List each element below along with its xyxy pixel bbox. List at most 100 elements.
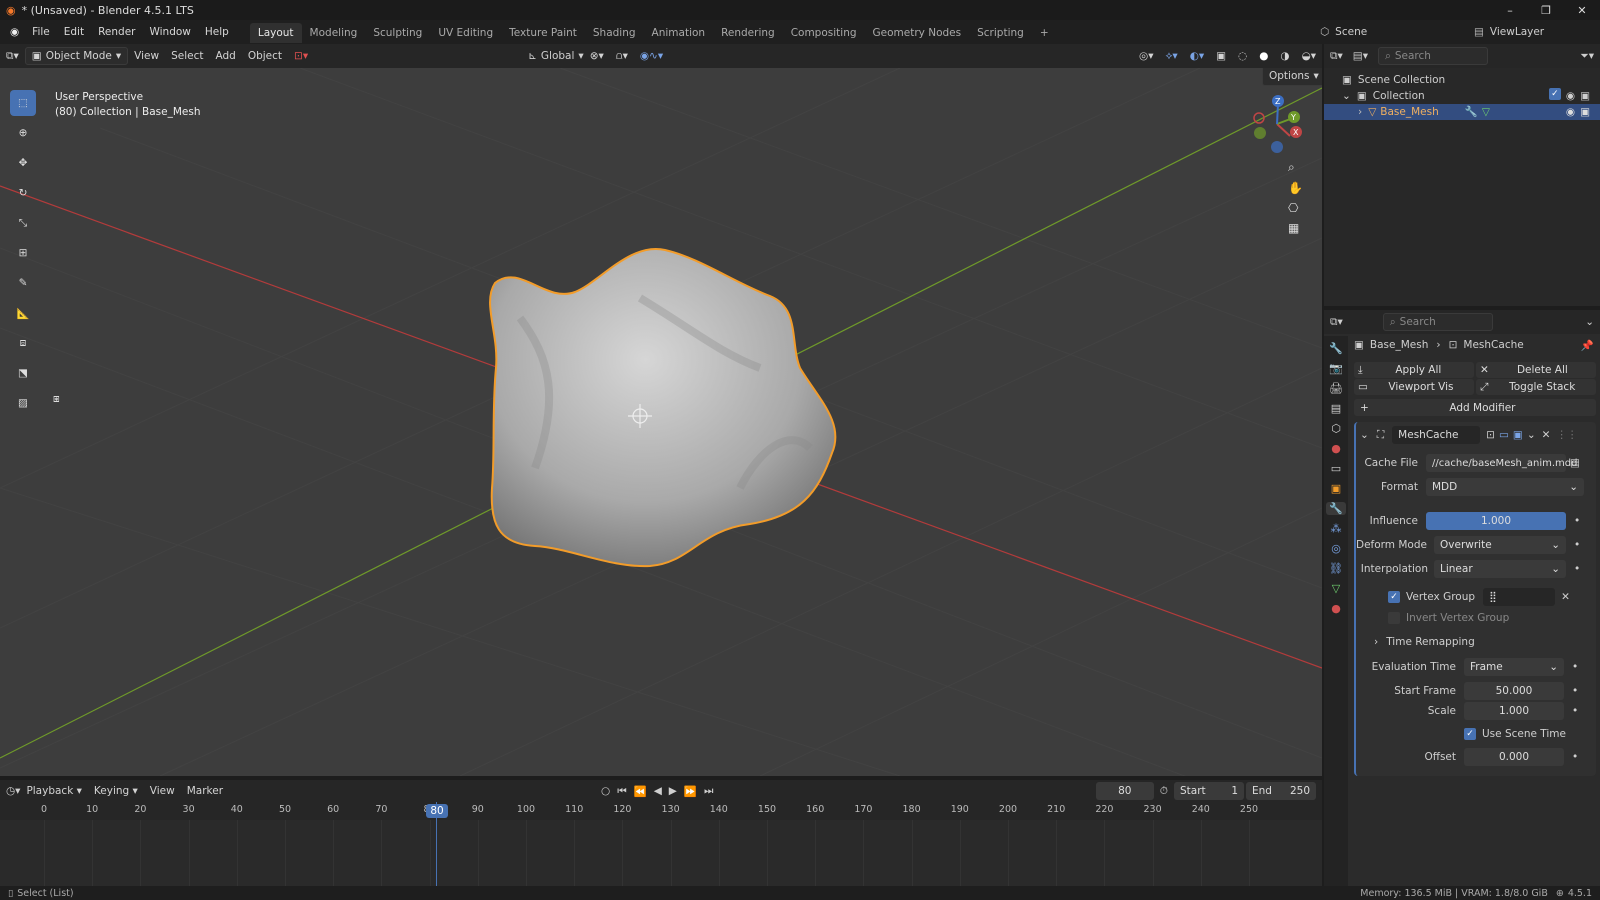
eye-icon[interactable]: ◉ xyxy=(1566,104,1575,120)
physics-tab-icon[interactable]: ◎ xyxy=(1331,542,1341,555)
timeline-view-menu[interactable]: View xyxy=(144,779,181,803)
tab-geometry-nodes[interactable]: Geometry Nodes xyxy=(865,23,970,43)
measure-tool-icon[interactable]: 📐 xyxy=(10,300,36,326)
jump-start-icon[interactable]: ⏮ xyxy=(617,785,626,798)
visibility-icon[interactable]: ◎▾ xyxy=(1133,44,1159,68)
tab-layout[interactable]: Layout xyxy=(249,23,302,43)
keyframe-dot-icon[interactable]: • xyxy=(1572,751,1578,763)
tab-uv-editing[interactable]: UV Editing xyxy=(430,23,501,43)
timeline-editor-icon[interactable]: ◷▾ xyxy=(6,785,20,797)
folder-icon[interactable]: ▤ xyxy=(1570,457,1580,469)
next-keyframe-icon[interactable]: ⏩ xyxy=(684,785,697,798)
editmode-icon[interactable]: ⊡ xyxy=(1486,429,1495,441)
menu-view[interactable]: View xyxy=(128,44,165,68)
display-mode-icon[interactable]: ▤▾ xyxy=(1353,50,1368,62)
move-tool-icon[interactable]: ✥ xyxy=(10,150,36,176)
tool-tab-icon[interactable]: 🔧 xyxy=(1329,342,1343,355)
stopwatch-icon[interactable]: ⏱ xyxy=(1160,785,1168,798)
options-dropdown[interactable]: Options ▾ xyxy=(1262,68,1322,86)
timeline-track[interactable]: 0 10 20 30 40 50 60 70 80 90 100 110 120 130 140 150 160… xyxy=(0,802,1322,886)
camera-view-icon[interactable]: ⎔ xyxy=(1288,201,1303,215)
modifier-wrench-icon[interactable]: 🔧 xyxy=(1465,104,1478,120)
particles-tab-icon[interactable]: ⁂ xyxy=(1331,522,1342,535)
object-tab-icon[interactable]: ▣ xyxy=(1331,482,1341,495)
close-button[interactable]: ✕ xyxy=(1564,4,1600,17)
output-tab-icon[interactable]: 🖨 xyxy=(1329,382,1343,395)
mode-dropdown[interactable]: ▣ Object Mode ▾ xyxy=(24,47,129,65)
camera-icon[interactable]: ▣ xyxy=(1580,88,1590,104)
tab-sculpting[interactable]: Sculpting xyxy=(365,23,430,43)
tab-compositing[interactable]: Compositing xyxy=(783,23,865,43)
tab-animation[interactable]: Animation xyxy=(644,23,714,43)
marker-menu[interactable]: Marker xyxy=(181,779,229,803)
modifier-name-field[interactable]: MeshCache xyxy=(1392,426,1481,444)
cursor-tool-icon[interactable]: ⊕ xyxy=(10,120,36,146)
delete-all-button[interactable]: ✕ Delete All xyxy=(1476,362,1596,378)
modifier-tab-icon[interactable]: 🔧 xyxy=(1326,502,1346,515)
realtime-icon[interactable]: ▭ xyxy=(1499,429,1509,441)
add-cube-tool-icon[interactable]: ⧈ xyxy=(10,330,36,356)
jump-end-icon[interactable]: ⏭ xyxy=(704,785,713,798)
zoom-icon[interactable]: ⌕ xyxy=(1288,160,1303,175)
auto-keying-icon[interactable]: ○ xyxy=(601,785,610,797)
drag-handle-icon[interactable]: ⋮⋮ xyxy=(1556,429,1577,441)
transform-affect-icon[interactable]: ⊡▾ xyxy=(288,44,314,68)
overlay-icon[interactable]: ◐▾ xyxy=(1184,44,1210,68)
shading-material-icon[interactable]: ◑ xyxy=(1274,44,1295,68)
toggle-stack-button[interactable]: ⤢ Toggle Stack xyxy=(1476,379,1596,395)
chevron-down-icon[interactable]: ⌄ xyxy=(1527,429,1536,441)
current-frame-field[interactable]: 80 xyxy=(1095,782,1154,800)
ortho-grid-icon[interactable]: ▦ xyxy=(1288,221,1303,235)
camera-icon[interactable]: ▣ xyxy=(1580,104,1590,120)
filter-icon[interactable]: ⏷▾ xyxy=(1580,50,1594,63)
3d-viewport[interactable]: User Perspective (80) Collection | Base_… xyxy=(0,68,1322,776)
keyframe-dot-icon[interactable]: • xyxy=(1574,539,1580,551)
viewlayer-selector[interactable]: ▤ ViewLayer xyxy=(1474,22,1544,42)
clear-vertex-group-icon[interactable]: ✕ xyxy=(1561,591,1570,603)
shading-wireframe-icon[interactable]: ◌ xyxy=(1232,44,1253,68)
properties-editor-icon[interactable]: ⧉▾ xyxy=(1330,316,1343,329)
minimize-button[interactable]: – xyxy=(1492,4,1528,17)
playback-menu[interactable]: Playback ▾ xyxy=(20,779,87,803)
extrude-tool-icon[interactable]: ▨ xyxy=(10,390,36,416)
vertex-group-checkbox[interactable]: ✓ xyxy=(1388,591,1400,603)
playhead-frame-indicator[interactable]: 80 xyxy=(426,804,448,818)
editor-type-icon[interactable]: ⧉▾ xyxy=(0,44,25,68)
outliner-search-input[interactable]: ⌕ Search xyxy=(1377,47,1488,65)
scale-tool-icon[interactable]: ⤡ xyxy=(10,210,36,236)
maximize-button[interactable]: ❐ xyxy=(1528,4,1564,17)
pin-icon[interactable]: 📌 xyxy=(1581,339,1594,352)
view-layer-tab-icon[interactable]: ▤ xyxy=(1331,402,1341,415)
menu-add[interactable]: Add xyxy=(209,44,241,68)
select-box-tool-icon[interactable]: ⬚ xyxy=(10,90,36,116)
chevron-down-icon[interactable]: ⌄ xyxy=(1585,316,1594,328)
render-icon[interactable]: ▣ xyxy=(1513,429,1523,441)
render-tab-icon[interactable]: 📷 xyxy=(1329,362,1343,375)
evaluation-time-dropdown[interactable]: Frame ⌄ xyxy=(1464,658,1564,676)
play-reverse-icon[interactable]: ◀ xyxy=(654,785,662,797)
pan-hand-icon[interactable]: ✋ xyxy=(1288,181,1303,195)
keying-menu[interactable]: Keying ▾ xyxy=(88,779,144,803)
tab-modeling[interactable]: Modeling xyxy=(302,23,366,43)
keyframe-dot-icon[interactable]: • xyxy=(1572,685,1578,697)
keyframe-dot-icon[interactable]: • xyxy=(1572,705,1578,717)
properties-search-input[interactable]: ⌕ Search xyxy=(1382,313,1493,331)
end-frame-timeline-field[interactable]: End 250 xyxy=(1246,782,1316,800)
keyframe-dot-icon[interactable]: • xyxy=(1574,563,1580,575)
scale-field[interactable]: 1.000 xyxy=(1464,702,1564,720)
scene-selector[interactable]: ⬡ Scene xyxy=(1320,22,1367,42)
xray-icon[interactable]: ▣ xyxy=(1210,44,1232,68)
mesh-data-icon[interactable]: ▽ xyxy=(1482,104,1490,120)
outliner-editor-icon[interactable]: ⧉▾ xyxy=(1330,50,1343,63)
viewport-vis-button[interactable]: ▭ Viewport Vis xyxy=(1354,379,1474,395)
collection-row[interactable]: ⌄ ▣ Collection ✓ ◉ ▣ xyxy=(1342,88,1600,104)
use-scene-time-checkbox[interactable]: ✓ xyxy=(1464,728,1476,740)
cache-file-field[interactable]: //cache/baseMesh_anim.mdd xyxy=(1426,454,1578,472)
keyframe-dot-icon[interactable]: • xyxy=(1574,515,1580,527)
deform-mode-dropdown[interactable]: Overwrite ⌄ xyxy=(1434,536,1566,554)
menu-edit[interactable]: Edit xyxy=(57,20,91,44)
gizmo-icon[interactable]: ⟡▾ xyxy=(1159,44,1183,68)
influence-slider[interactable]: 1.000 xyxy=(1426,512,1566,530)
scene-tab-icon[interactable]: ⬡ xyxy=(1331,422,1341,435)
toolbar-extra-icon[interactable]: ⧆ xyxy=(53,393,60,406)
